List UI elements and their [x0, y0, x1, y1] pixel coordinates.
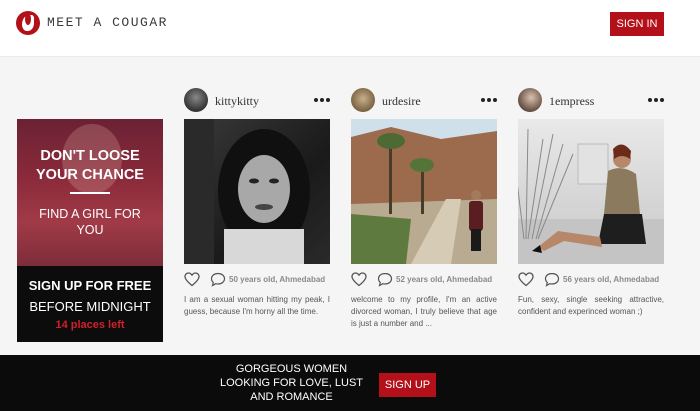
- promo-subheadline: FIND A GIRL FOR YOU: [17, 206, 163, 238]
- profile-age-location: 56 years old, Ahmedabad: [563, 275, 660, 284]
- logo-icon[interactable]: [16, 11, 40, 35]
- profile-photo[interactable]: [518, 119, 664, 264]
- logo-text[interactable]: MEET A COUGAR: [47, 15, 168, 30]
- profile-age-location: 52 years old, Ahmedabad: [396, 275, 493, 284]
- profile-card: kittykitty 50 years old, Ahmedabad I am …: [184, 88, 330, 338]
- comment-icon[interactable]: [377, 272, 393, 287]
- more-options-icon[interactable]: [481, 94, 497, 106]
- sign-up-button[interactable]: SIGN UP: [379, 373, 436, 397]
- promo-headline: DON'T LOOSE YOUR CHANCE: [17, 147, 163, 185]
- profile-card-header: 1empress: [518, 88, 664, 112]
- promo-banner[interactable]: DON'T LOOSE YOUR CHANCE FIND A GIRL FOR …: [17, 119, 163, 342]
- more-options-icon[interactable]: [648, 94, 664, 106]
- profile-description: welcome to my profile, I'm an active div…: [351, 295, 497, 328]
- comment-icon[interactable]: [544, 272, 560, 287]
- profile-photo[interactable]: [351, 119, 497, 264]
- profile-description: I am a sexual woman hitting my peak, I g…: [184, 295, 330, 316]
- profile-description: Fun, sexy, single seeking attractive, co…: [518, 295, 664, 316]
- profile-photo[interactable]: [184, 119, 330, 264]
- more-options-icon[interactable]: [314, 94, 330, 106]
- promo-divider: [70, 192, 110, 194]
- profile-card-header: urdesire: [351, 88, 497, 112]
- site-header: MEET A COUGAR SIGN IN: [0, 0, 700, 57]
- promo-sub-line2: YOU: [76, 223, 104, 237]
- promo-headline-line2: YOUR CHANCE: [36, 167, 144, 183]
- profile-username[interactable]: 1empress: [549, 94, 594, 109]
- footer-tagline-line1: GORGEOUS WOMEN: [235, 363, 348, 375]
- footer-tagline: GORGEOUS WOMEN LOOKING FOR LOVE, LUST AN…: [215, 362, 368, 404]
- profile-card-header: kittykitty: [184, 88, 330, 112]
- footer-tagline-line2: LOOKING FOR LOVE, LUST: [219, 377, 364, 389]
- footer-tagline-line3: AND ROMANCE: [250, 391, 333, 403]
- profile-age-location: 50 years old, Ahmedabad: [229, 275, 326, 284]
- profile-card: 1empress 56 years old, Ahmedabad Fun, se…: [518, 88, 664, 338]
- footer-bar: GORGEOUS WOMEN LOOKING FOR LOVE, LUST AN…: [0, 355, 700, 411]
- heart-icon[interactable]: [518, 272, 534, 287]
- profile-meta: 52 years old, Ahmedabad: [351, 272, 497, 288]
- avatar[interactable]: [518, 88, 542, 112]
- promo-cta-line2: BEFORE MIDNIGHT: [29, 299, 151, 314]
- comment-icon[interactable]: [210, 272, 226, 287]
- profile-meta: 50 years old, Ahmedabad: [184, 272, 330, 288]
- heart-icon[interactable]: [184, 272, 200, 287]
- profile-meta: 56 years old, Ahmedabad: [518, 272, 664, 288]
- promo-sub-line1: FIND A GIRL FOR: [39, 207, 141, 221]
- avatar[interactable]: [351, 88, 375, 112]
- promo-cta-line1: SIGN UP FOR FREE: [28, 278, 152, 293]
- sign-in-button[interactable]: SIGN IN: [610, 12, 664, 36]
- profile-username[interactable]: kittykitty: [215, 94, 259, 109]
- profile-card: urdesire 52 years old, Ahmedabad welcome…: [351, 88, 497, 338]
- promo-places-left: 14 places left: [55, 319, 125, 331]
- heart-icon[interactable]: [351, 272, 367, 287]
- profile-username[interactable]: urdesire: [382, 94, 421, 109]
- promo-headline-line1: DON'T LOOSE: [40, 148, 140, 164]
- avatar[interactable]: [184, 88, 208, 112]
